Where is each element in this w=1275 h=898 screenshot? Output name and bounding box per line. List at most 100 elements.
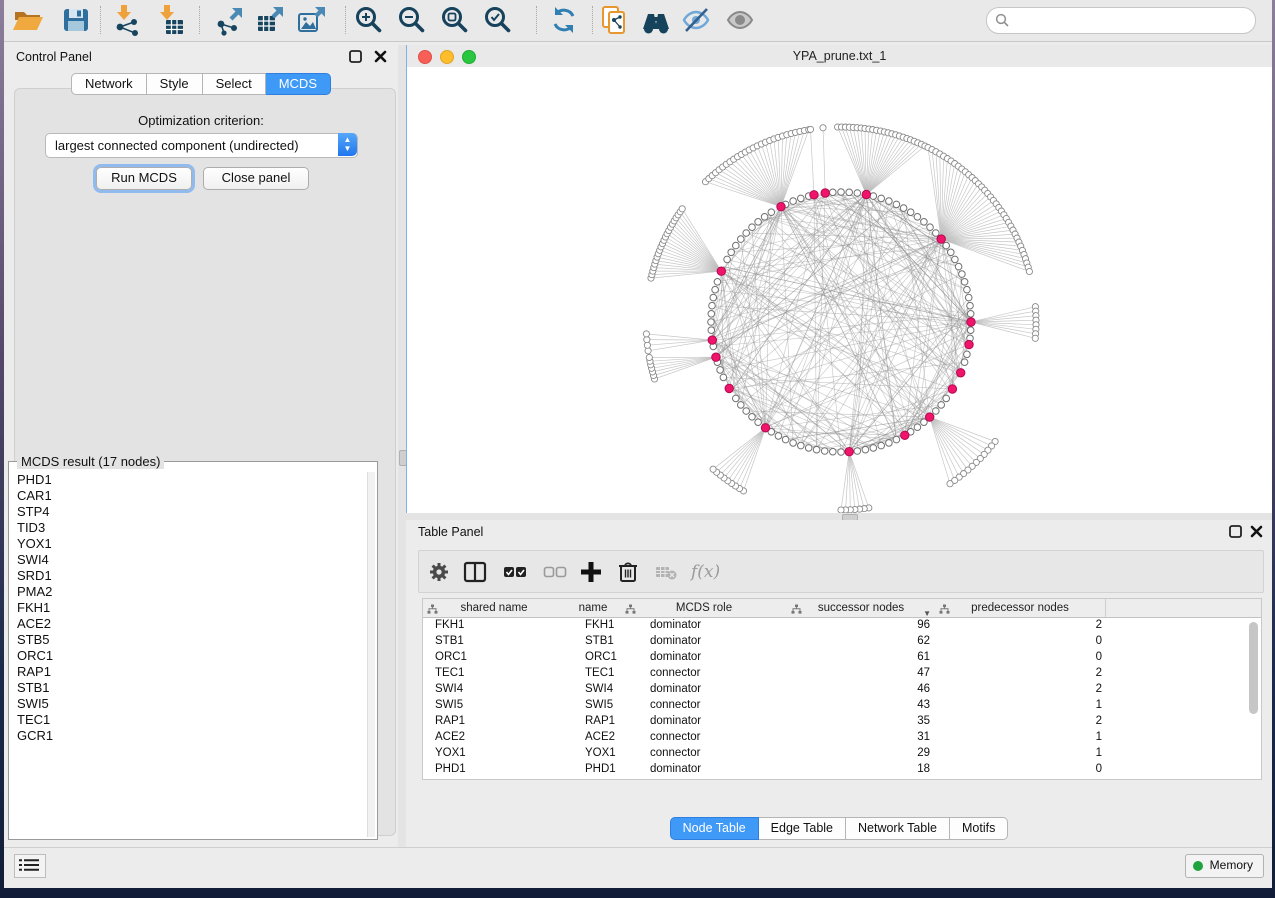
ring-node[interactable] [743, 230, 750, 237]
col-successor-nodes[interactable]: successor nodes▼ [787, 599, 936, 617]
float-panel-icon[interactable] [1229, 525, 1242, 538]
ring-node[interactable] [933, 408, 940, 415]
mcds-result-item[interactable]: ACE2 [11, 616, 367, 632]
ring-node[interactable] [854, 190, 861, 197]
ring-node[interactable] [755, 419, 762, 426]
ring-node[interactable] [709, 302, 716, 309]
ring-node[interactable] [938, 402, 945, 409]
add-icon[interactable] [579, 560, 603, 584]
ring-node[interactable] [961, 279, 968, 286]
ring-node[interactable] [724, 256, 731, 263]
ring-node[interactable] [717, 367, 724, 374]
float-panel-icon[interactable] [349, 50, 362, 63]
show-all-icon[interactable] [724, 4, 756, 36]
ring-node[interactable] [821, 448, 828, 455]
mcds-result-item[interactable]: SRD1 [11, 568, 367, 584]
mcds-hub-node[interactable] [937, 235, 945, 243]
ring-node[interactable] [933, 230, 940, 237]
ring-node[interactable] [805, 445, 812, 452]
ring-node[interactable] [838, 449, 845, 456]
mcds-hub-node[interactable] [708, 336, 716, 344]
ring-node[interactable] [870, 445, 877, 452]
ring-node[interactable] [838, 189, 845, 196]
leaf-node[interactable] [679, 206, 685, 212]
mcds-result-item[interactable]: STB5 [11, 632, 367, 648]
refresh-icon[interactable] [548, 4, 580, 36]
table-row[interactable]: STB1STB1dominator620 [423, 633, 1261, 649]
mcds-result-item[interactable]: GCR1 [11, 728, 367, 744]
ring-node[interactable] [720, 374, 727, 381]
ring-node[interactable] [900, 205, 907, 212]
ring-node[interactable] [768, 209, 775, 216]
tab-style[interactable]: Style [147, 73, 203, 95]
leaf-node[interactable] [820, 125, 826, 131]
delete-icon[interactable] [616, 560, 640, 584]
mcds-hub-node[interactable] [717, 267, 725, 275]
ring-node[interactable] [893, 201, 900, 208]
ring-node[interactable] [846, 189, 853, 196]
vertical-splitter[interactable] [398, 45, 406, 848]
ring-node[interactable] [965, 294, 972, 301]
tab-select[interactable]: Select [203, 73, 266, 95]
mcds-result-item[interactable]: TEC1 [11, 712, 367, 728]
ring-node[interactable] [798, 195, 805, 202]
mcds-list-scrollbar[interactable] [367, 472, 375, 837]
import-table-icon[interactable] [154, 4, 186, 36]
ring-node[interactable] [893, 436, 900, 443]
run-mcds-button[interactable]: Run MCDS [96, 167, 192, 190]
tab-mcds[interactable]: MCDS [266, 73, 331, 95]
node-table-body[interactable]: FKH1FKH1dominator962STB1STB1dominator620… [423, 617, 1261, 779]
mcds-hub-node[interactable] [926, 413, 934, 421]
ring-node[interactable] [914, 214, 921, 221]
ring-node[interactable] [967, 327, 974, 334]
ring-node[interactable] [907, 209, 914, 216]
mcds-result-item[interactable]: ORC1 [11, 648, 367, 664]
ring-node[interactable] [761, 214, 768, 221]
mcds-result-item[interactable]: RAP1 [11, 664, 367, 680]
export-image-icon[interactable] [296, 4, 328, 36]
zoom-fit-icon[interactable] [439, 4, 471, 36]
ring-node[interactable] [948, 249, 955, 256]
leaf-node[interactable] [1032, 335, 1038, 341]
mcds-hub-node[interactable] [901, 431, 909, 439]
leaf-node[interactable] [807, 126, 813, 132]
save-icon[interactable] [60, 4, 92, 36]
table-row[interactable]: PHD1PHD1dominator180 [423, 761, 1261, 777]
hide-selected-icon[interactable] [680, 4, 712, 36]
mcds-result-item[interactable]: STB1 [11, 680, 367, 696]
mcds-result-item[interactable]: SWI4 [11, 552, 367, 568]
table-row[interactable]: SWI4SWI4dominator462 [423, 681, 1261, 697]
mcds-result-item[interactable]: FKH1 [11, 600, 367, 616]
ring-node[interactable] [790, 198, 797, 205]
ring-node[interactable] [782, 436, 789, 443]
table-row[interactable]: TEC1TEC1connector472 [423, 665, 1261, 681]
horizontal-splitter[interactable] [406, 513, 1272, 520]
mcds-result-item[interactable]: SWI5 [11, 696, 367, 712]
ring-node[interactable] [712, 286, 719, 293]
task-history-button[interactable] [14, 854, 46, 878]
leaf-node[interactable] [643, 331, 649, 337]
export-table-icon[interactable] [255, 4, 287, 36]
ring-node[interactable] [927, 224, 934, 231]
mcds-result-item[interactable]: STP4 [11, 504, 367, 520]
ring-node[interactable] [870, 193, 877, 200]
export-network-icon[interactable] [214, 4, 246, 36]
ring-node[interactable] [738, 236, 745, 243]
table-row[interactable]: FKH1FKH1dominator962 [423, 617, 1261, 633]
mcds-hub-node[interactable] [862, 190, 870, 198]
mcds-hub-node[interactable] [810, 191, 818, 199]
import-network-icon[interactable] [111, 4, 143, 36]
ring-node[interactable] [967, 311, 974, 318]
mcds-hub-node[interactable] [965, 340, 973, 348]
col-name[interactable]: name [565, 599, 622, 617]
mcds-result-item[interactable]: PMA2 [11, 584, 367, 600]
ring-node[interactable] [959, 271, 966, 278]
mcds-result-item[interactable]: YOX1 [11, 536, 367, 552]
table-scrollbar[interactable] [1249, 622, 1258, 714]
ring-node[interactable] [952, 256, 959, 263]
leaf-node[interactable] [710, 466, 716, 472]
mcds-hub-node[interactable] [957, 369, 965, 377]
ring-node[interactable] [967, 302, 974, 309]
table-row[interactable]: RAP1RAP1dominator352 [423, 713, 1261, 729]
zoom-out-icon[interactable] [396, 4, 428, 36]
